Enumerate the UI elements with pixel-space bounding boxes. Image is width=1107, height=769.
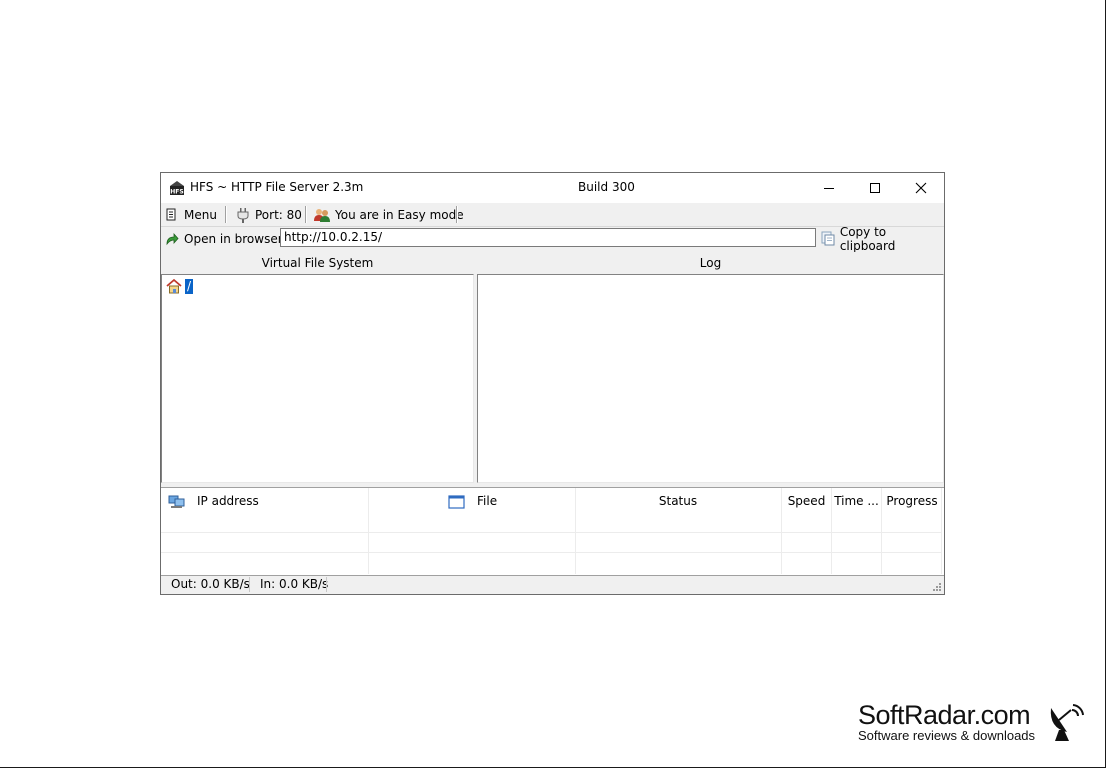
mode-button[interactable]: You are in Easy mode [314,203,464,226]
column-divider [368,488,369,574]
svg-text:HFS: HFS [170,189,183,196]
title-bar[interactable]: HFS HFS ~ HTTP File Server 2.3m Build 30… [161,173,944,203]
column-divider [781,488,782,574]
mode-label: You are in Easy mode [335,207,464,222]
window-title: HFS ~ HTTP File Server 2.3m [190,180,364,194]
hfs-window: HFS HFS ~ HTTP File Server 2.3m Build 30… [160,172,945,595]
maximize-icon [870,183,880,193]
minimize-icon [824,188,834,189]
softradar-watermark: SoftRadar.com Software reviews & downloa… [858,700,1035,743]
main-toolbar: Menu Port: 80 You are in Easy mode [161,203,944,227]
window-file-icon [448,495,465,509]
status-separator [326,577,327,592]
column-progress[interactable]: Progress [882,488,942,515]
minimize-button[interactable] [806,173,852,203]
inbound-speed: In: 0.0 KB/s [260,577,329,591]
column-status[interactable]: Status [575,488,781,515]
open-browser-icon [166,232,179,245]
users-icon [314,208,330,222]
log-area[interactable] [477,274,944,483]
column-file-label: File [477,494,498,508]
column-ip[interactable]: IP address [167,488,367,515]
column-divider [881,488,882,574]
clipboard-icon [821,231,835,246]
vfs-root-item[interactable]: / [166,278,194,294]
outbound-speed: Out: 0.0 KB/s [171,577,250,591]
watermark-tagline: Software reviews & downloads [858,728,1036,743]
menu-icon [166,208,176,221]
pane-splitter[interactable] [474,250,477,483]
close-button[interactable] [898,173,944,203]
vfs-header: Virtual File System [161,252,474,274]
watermark-brand: SoftRadar.com [858,700,1031,730]
row-divider [161,552,942,553]
maximize-button[interactable] [852,173,898,203]
hfs-logo-icon: HFS [170,181,184,196]
url-field[interactable]: http://10.0.2.15/ [280,228,816,247]
satellite-dish-icon [1050,704,1084,741]
plug-icon [237,207,249,223]
network-computers-icon [168,495,185,508]
menu-button[interactable]: Menu [165,203,217,226]
home-icon [166,278,182,294]
open-browser-label: Open in browser [184,231,283,246]
log-header: Log [477,252,944,274]
build-label: Build 300 [578,180,635,194]
resize-grip-icon[interactable] [932,582,942,592]
column-divider [941,488,942,574]
toolbar-separator [225,206,227,223]
copy-clipboard-label: Copy to clipboard [839,224,896,253]
port-button[interactable]: Port: 80 [236,203,302,226]
open-browser-button[interactable]: Open in browser [165,227,283,250]
vfs-root-label[interactable]: / [185,278,194,294]
connections-list[interactable]: IP address File Status Speed Time ... Pr… [161,487,944,576]
vfs-tree[interactable]: / [161,274,474,483]
menu-label: Menu [184,207,217,222]
toolbar-separator [305,206,307,223]
column-divider [575,488,576,574]
toolbar-separator [456,206,458,223]
status-separator [249,577,250,592]
column-divider [831,488,832,574]
column-speed[interactable]: Speed [782,488,831,515]
close-icon [915,182,927,194]
port-label: Port: 80 [255,207,302,222]
copy-clipboard-button[interactable]: Copy to clipboard [821,224,944,253]
column-file[interactable]: File [368,488,574,515]
address-toolbar: Open in browser http://10.0.2.15/ Copy t… [161,224,944,253]
column-ip-label: IP address [197,494,259,508]
column-time[interactable]: Time ... [832,488,881,515]
status-bar: Out: 0.0 KB/s In: 0.0 KB/s [161,575,944,594]
row-divider [161,532,942,533]
